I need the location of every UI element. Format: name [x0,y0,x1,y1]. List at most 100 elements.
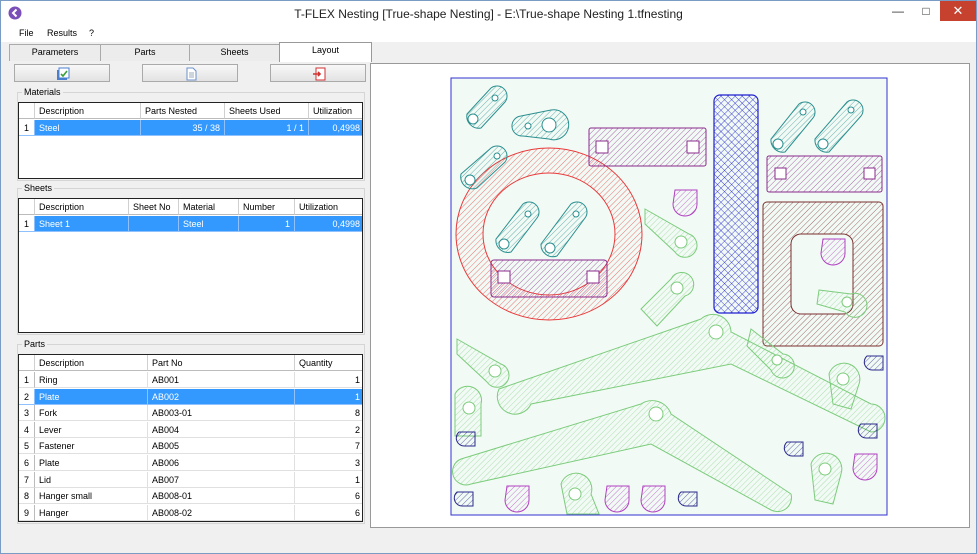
lid-part [713,94,759,314]
n-cell: 3 [19,405,35,422]
part-no-cell: AB004 [148,421,295,438]
menu-file[interactable]: File [19,28,34,38]
column-header[interactable]: Utilization [295,199,362,215]
column-header[interactable]: Sheet No [129,199,179,215]
row-number-header [19,355,35,371]
sheets-legend: Sheets [24,183,53,193]
part-no-cell: AB008-02 [148,504,295,521]
row-number: 1 [19,120,35,136]
n-cell: 2 [19,388,35,405]
description-cell: Sheet 1 [35,216,129,232]
close-button[interactable]: ✕ [940,1,976,21]
menu-results[interactable]: Results [47,28,77,38]
quantity-cell: 7 [295,438,362,455]
quantity-cell: 3 [295,455,362,471]
table-row[interactable]: 7 Lid AB007 1 [19,471,362,488]
hanger-small-part [455,431,476,447]
column-header[interactable]: Description [35,355,148,371]
n-cell: 7 [19,471,35,488]
table-header: Description Sheet No Material Number Uti… [19,199,362,215]
column-header[interactable]: Quantity [295,355,362,371]
description-cell: Hanger [35,504,148,521]
quantity-cell: 1 [295,388,362,405]
description-cell: Lever [35,421,148,438]
document-button[interactable] [142,64,238,82]
part-no-cell: AB005 [148,438,295,455]
tab-sheets[interactable]: Sheets [189,44,280,61]
maximize-button[interactable]: □ [912,1,940,21]
fastener-part [852,453,878,481]
export-icon [57,67,70,80]
hanger-small-part [453,491,474,507]
hanger-small-part [863,355,884,371]
exit-icon [313,67,326,81]
description-cell: Hanger small [35,488,148,505]
quantity-cell: 1 [295,472,362,488]
part-no-cell: AB001 [148,372,295,388]
column-header[interactable]: Description [35,199,129,215]
tab-parts[interactable]: Parts [100,44,190,61]
table-row[interactable]: 9 Hanger AB008-02 6 [19,504,362,521]
table-row[interactable]: 1 Steel 35 / 38 1 / 1 0,4998 [19,120,362,136]
column-header[interactable]: Number [239,199,295,215]
description-cell: Steel [35,120,141,136]
sheets-table: Description Sheet No Material Number Uti… [18,198,363,333]
row-number-header [19,199,35,215]
column-header[interactable]: Sheets Used [225,103,309,119]
nesting-layout-view[interactable] [370,63,970,528]
table-row[interactable]: 4 Lever AB004 2 [19,421,362,438]
materials-table: Description Parts Nested Sheets Used Uti… [18,102,363,179]
part-no-cell: AB003-01 [148,405,295,422]
sheets-used-cell: 1 / 1 [225,120,309,136]
minimize-button[interactable]: — [884,1,912,21]
fastener-part [672,189,698,217]
description-cell: Fastener [35,438,148,455]
material-cell: Steel [179,216,239,232]
n-cell: 6 [19,455,35,471]
tab-parameters[interactable]: Parameters [9,44,101,61]
n-cell: 4 [19,421,35,438]
column-header[interactable]: Description [35,103,141,119]
left-panel: Materials Description Parts Nested Sheet… [9,62,367,527]
quantity-cell: 8 [295,405,362,422]
description-cell: Lid [35,471,148,488]
description-cell: Plate [35,388,148,405]
table-row[interactable]: 8 Hanger small AB008-01 6 [19,488,362,505]
n-cell: 8 [19,488,35,505]
table-row[interactable]: 2 Plate AB002 1 [19,388,362,405]
table-row[interactable]: 1 Sheet 1 Steel 1 0,4998 [19,216,362,232]
quantity-cell: 6 [295,488,362,505]
description-cell: Fork [35,405,148,422]
tab-strip: Parameters Parts Sheets Layout [1,42,976,62]
column-header[interactable]: Utilization [309,103,362,119]
part-no-cell: AB007 [148,471,295,488]
table-header: Description Part No Quantity [19,355,362,371]
part-no-cell: AB002 [148,388,295,405]
utilization-cell: 0,4998 [309,120,362,136]
hanger-small-part [857,423,878,439]
table-row[interactable]: 5 Fastener AB005 7 [19,438,362,455]
quantity-cell: 1 [295,372,362,388]
number-cell: 1 [239,216,295,232]
part-no-cell: AB008-01 [148,488,295,505]
column-header[interactable]: Parts Nested [141,103,225,119]
sheet-no-cell [129,216,179,232]
column-header[interactable]: Part No [148,355,295,371]
menu-help[interactable]: ? [89,28,94,38]
table-header: Description Parts Nested Sheets Used Uti… [19,103,362,119]
exit-button[interactable] [270,64,366,82]
row-number: 1 [19,216,35,232]
main-window: T-FLEX Nesting [True-shape Nesting] - E:… [0,0,977,554]
table-row[interactable]: 3 Fork AB003-01 8 [19,405,362,422]
fastener-part [604,485,630,513]
row-number-header [19,103,35,119]
document-icon [186,67,197,81]
export-button[interactable] [14,64,110,82]
table-row[interactable]: 1 Ring AB001 1 [19,372,362,388]
description-cell: Ring [35,372,148,388]
column-header[interactable]: Material [179,199,239,215]
tab-layout[interactable]: Layout [279,42,372,62]
parts-nested-cell: 35 / 38 [141,120,225,136]
window-title: T-FLEX Nesting [True-shape Nesting] - E:… [294,7,683,21]
table-row[interactable]: 6 Plate AB006 3 [19,455,362,471]
